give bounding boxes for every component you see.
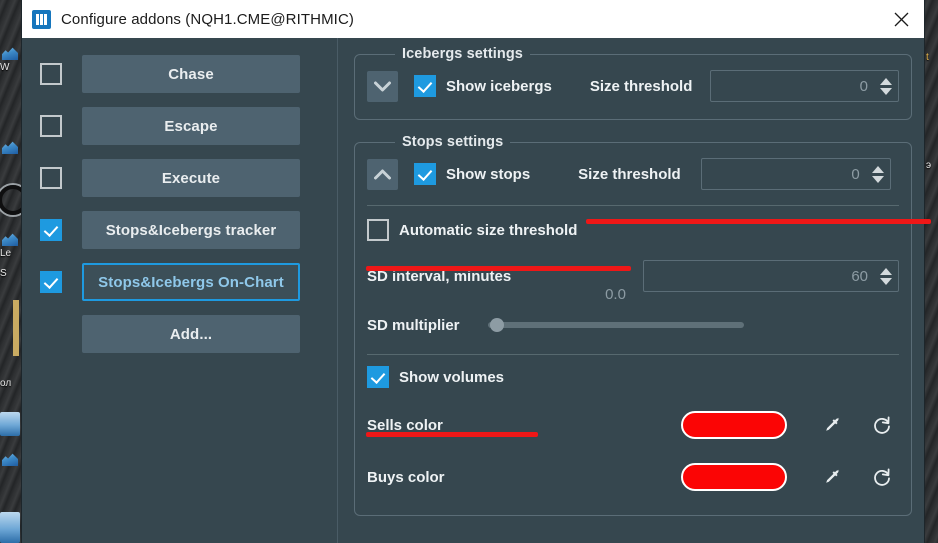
sd-multiplier-track <box>487 322 744 328</box>
close-icon[interactable] <box>878 0 924 38</box>
settings-panel: Icebergs settings Show icebergs Size thr… <box>338 38 924 543</box>
addon-checkbox-chase[interactable] <box>40 63 62 85</box>
add-addon-button[interactable]: Add... <box>82 315 300 353</box>
sd-interval-row: SD interval, minutes 60 <box>367 254 899 298</box>
sd-multiplier-thumb[interactable] <box>490 318 505 332</box>
show-stops-box[interactable] <box>414 163 436 185</box>
addon-checkbox-escape[interactable] <box>40 115 62 137</box>
show-stops-checkbox[interactable]: Show stops <box>414 163 530 185</box>
sd-multiplier-slider[interactable]: 0.0 <box>487 286 744 340</box>
automatic-size-threshold-row: Automatic size threshold <box>367 206 899 254</box>
buys-color-swatch[interactable] <box>681 463 787 491</box>
sd-interval-stepper[interactable] <box>880 267 892 285</box>
sells-reset-icon[interactable] <box>865 410 899 440</box>
desktop-tile <box>0 512 20 543</box>
addon-button-execute[interactable]: Execute <box>82 159 300 197</box>
buys-color-label: Buys color <box>367 468 445 486</box>
desktop-icon-label: W <box>0 62 10 73</box>
sd-multiplier-row: SD multiplier 0.0 <box>367 286 899 352</box>
desktop-icon <box>2 233 18 246</box>
sells-eyedropper-icon[interactable] <box>815 410 849 440</box>
stops-settings-group: Stops settings Show stops Size threshold… <box>354 134 912 516</box>
sd-multiplier-label: SD multiplier <box>367 316 460 334</box>
stops-size-threshold-label: Size threshold <box>578 165 681 183</box>
stops-size-threshold-stepper[interactable] <box>871 165 884 183</box>
desktop-icon-label: S <box>0 268 7 279</box>
addon-row: Stops&Icebergs tracker <box>22 204 337 256</box>
show-volumes-box[interactable] <box>367 366 389 388</box>
show-volumes-row: Show volumes <box>367 355 899 399</box>
show-volumes-checkbox[interactable]: Show volumes <box>367 366 504 388</box>
icebergs-size-threshold-stepper[interactable] <box>880 77 892 95</box>
icebergs-header-row: Show icebergs Size threshold 0 <box>367 65 899 107</box>
desktop-tile <box>0 412 20 436</box>
window-titlebar: Configure addons (NQH1.CME@RITHMIC) <box>22 0 924 38</box>
addon-checkbox-stops-icebergs-on-chart[interactable] <box>40 271 62 293</box>
icebergs-size-threshold-label: Size threshold <box>589 77 693 95</box>
show-volumes-label: Show volumes <box>399 368 505 386</box>
desktop-icon <box>2 453 18 466</box>
buys-reset-icon[interactable] <box>865 462 899 492</box>
desktop-icon-label: ол <box>0 378 12 389</box>
sd-interval-value: 60 <box>851 267 868 285</box>
window-title: Configure addons (NQH1.CME@RITHMIC) <box>61 10 354 28</box>
addon-row: Stops&Icebergs On-Chart <box>22 256 337 308</box>
addon-button-stops-icebergs-tracker[interactable]: Stops&Icebergs tracker <box>82 211 300 249</box>
addon-checkbox-execute[interactable] <box>40 167 62 189</box>
icebergs-settings-group: Icebergs settings Show icebergs Size thr… <box>354 46 912 120</box>
icebergs-settings-legend: Icebergs settings <box>395 46 530 62</box>
desktop-icon <box>2 141 18 154</box>
sells-color-swatch[interactable] <box>681 411 787 439</box>
addon-button-escape[interactable]: Escape <box>82 107 300 145</box>
sd-interval-input[interactable]: 60 <box>643 260 899 292</box>
sd-multiplier-value: 0.0 <box>605 286 626 303</box>
buys-eyedropper-icon[interactable] <box>815 462 849 492</box>
addon-row: Chase <box>22 48 337 100</box>
automatic-size-threshold-checkbox[interactable]: Automatic size threshold <box>367 219 577 241</box>
show-icebergs-label: Show icebergs <box>446 77 552 95</box>
stops-header-row: Show stops Size threshold 0 <box>367 153 899 195</box>
addon-row: Execute <box>22 152 337 204</box>
stops-size-threshold-input[interactable]: 0 <box>700 158 891 190</box>
stops-settings-legend: Stops settings <box>395 134 511 150</box>
sells-color-row: Sells color <box>367 399 899 451</box>
show-icebergs-checkbox[interactable]: Show icebergs <box>414 75 552 97</box>
addons-list-panel: Chase Escape Execute Stops&Icebergs trac… <box>22 38 338 543</box>
addon-checkbox-stops-icebergs-tracker[interactable] <box>40 219 62 241</box>
icebergs-size-threshold-value: 0 <box>859 77 868 95</box>
chevron-down-icon[interactable] <box>367 70 398 102</box>
columns-icon <box>32 9 51 29</box>
desktop-icon-label: э <box>926 160 932 171</box>
show-icebergs-box[interactable] <box>414 75 436 97</box>
desktop-bar <box>13 300 19 356</box>
desktop-icon-label: Le <box>0 248 12 259</box>
window-body: Chase Escape Execute Stops&Icebergs trac… <box>22 38 924 543</box>
desktop-icon-label: t <box>926 52 929 63</box>
addon-button-stops-icebergs-on-chart[interactable]: Stops&Icebergs On-Chart <box>82 263 300 301</box>
automatic-size-threshold-box[interactable] <box>367 219 389 241</box>
automatic-size-threshold-label: Automatic size threshold <box>399 221 578 239</box>
icebergs-size-threshold-input[interactable]: 0 <box>710 70 899 102</box>
stops-size-threshold-value: 0 <box>851 165 860 183</box>
desktop-icon <box>2 47 18 60</box>
chevron-up-icon[interactable] <box>367 158 398 190</box>
configure-addons-window: Configure addons (NQH1.CME@RITHMIC) Chas… <box>22 0 924 543</box>
addon-row-add: Add... <box>22 308 337 360</box>
sells-color-label: Sells color <box>367 416 443 434</box>
buys-color-row: Buys color <box>367 451 899 503</box>
addon-row: Escape <box>22 100 337 152</box>
addon-button-chase[interactable]: Chase <box>82 55 300 93</box>
sd-interval-label: SD interval, minutes <box>367 267 512 285</box>
show-stops-label: Show stops <box>446 165 531 183</box>
